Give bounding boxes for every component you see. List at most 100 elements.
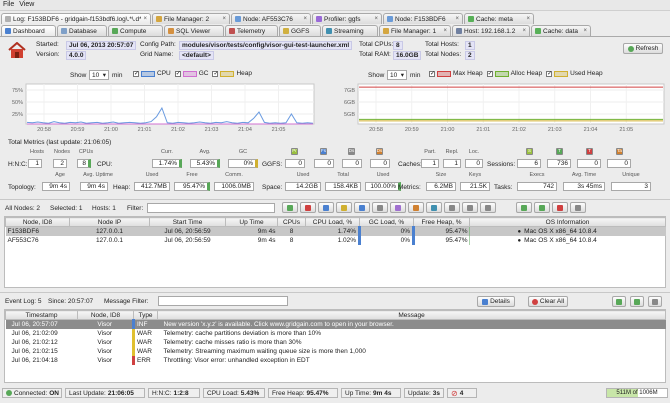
close-icon[interactable]: × — [222, 16, 226, 22]
memory-indicator[interactable]: 511M of 1006M — [606, 388, 668, 398]
clean-node-button[interactable] — [390, 202, 406, 213]
config-node-button[interactable] — [372, 202, 388, 213]
sub-tab[interactable]: Cache: data × — [531, 25, 591, 36]
x-tick-label: 20:59 — [71, 127, 85, 133]
column-header[interactable]: GC Load, % — [359, 217, 414, 227]
sub-tab[interactable]: Dashboard — [1, 25, 56, 36]
column-header[interactable]: Start Time — [149, 217, 226, 227]
sub-tab[interactable]: Telemetry — [225, 25, 278, 36]
close-icon[interactable]: × — [443, 28, 447, 34]
sub-tab[interactable]: Compute — [108, 25, 163, 36]
legend-label: CPU — [157, 70, 171, 77]
sub-tab[interactable]: File Manager: 1 × — [379, 25, 451, 36]
heap-chart-window-select[interactable]: 10 ▾ — [387, 70, 407, 80]
remove-node-button[interactable] — [552, 202, 568, 213]
column-header[interactable]: CPUs — [277, 217, 306, 227]
close-icon[interactable]: × — [455, 16, 459, 22]
update-interval-status: Update: 3s — [404, 388, 444, 398]
close-icon[interactable]: × — [526, 16, 530, 22]
export-nodes-button[interactable] — [516, 202, 532, 213]
close-icon[interactable]: × — [303, 16, 307, 22]
sub-tab[interactable]: Database — [57, 25, 107, 36]
session-metric-header: Ta — [617, 148, 622, 153]
copy-node-button[interactable] — [480, 202, 496, 213]
node-filter-input[interactable] — [147, 203, 275, 213]
column-header[interactable]: CPU Load, % — [305, 217, 360, 227]
link-node-button[interactable] — [462, 202, 478, 213]
timestamp-cell: Jul 06, 21:04:18 — [11, 356, 58, 364]
gc-node-button[interactable] — [408, 202, 424, 213]
metric-value: 0 — [314, 159, 334, 168]
stop-node-button[interactable] — [300, 202, 316, 213]
print-nodes-button[interactable] — [570, 202, 586, 213]
table-row[interactable]: Jul 06, 20:57:07 Visor INF New version 'x.y… — [5, 319, 666, 329]
cpu-chart-window-select[interactable]: 10 ▾ — [89, 70, 109, 80]
legend-toggle[interactable]: ✓ Max Heap — [429, 70, 483, 77]
clear-all-button[interactable]: Clear All — [528, 296, 568, 307]
top-tab[interactable]: File Manager: 2 × — [152, 13, 230, 24]
close-icon[interactable]: × — [374, 16, 378, 22]
restart-node-button[interactable] — [318, 202, 334, 213]
edit-node-button[interactable] — [444, 202, 460, 213]
export-events-button[interactable] — [612, 296, 626, 307]
metric-header: Size — [435, 172, 447, 178]
legend-toggle[interactable]: ✓ GC — [174, 70, 208, 77]
metric-value: 5.43% — [190, 159, 220, 168]
column-header[interactable]: Node, ID8 — [5, 217, 70, 227]
metric-value: 2 — [53, 159, 67, 168]
deploy-node-button[interactable] — [426, 202, 442, 213]
table-row[interactable]: AF553C76 127.0.0.1 Jul 06, 20:56:59 9m 4s 8 1… — [6, 235, 666, 245]
metric-header: Avg. — [199, 149, 211, 155]
table-row[interactable]: Jul 06, 21:02:12 Visor WAR Telemetry: cache… — [6, 337, 666, 347]
close-icon[interactable]: × — [522, 28, 526, 34]
top-tab[interactable]: Profiler: ggfs × — [312, 13, 382, 24]
table-row[interactable]: F153BDF6 127.0.0.1 Jul 06, 20:56:59 9m 4s 8 1… — [5, 226, 666, 236]
sub-tab[interactable]: SQL Viewer — [164, 25, 224, 36]
kill-node-button[interactable] — [336, 202, 352, 213]
column-header[interactable]: Message — [157, 310, 666, 320]
legend-toggle[interactable]: ✓ Heap — [212, 70, 252, 77]
top-tab[interactable]: Log: F153BDF6 - gridgain-f153bdf6.log\.*… — [1, 13, 151, 24]
top-tab[interactable]: Node: AF553C76 × — [231, 13, 311, 24]
start-node-button[interactable] — [282, 202, 298, 213]
legend-toggle[interactable]: ✓ Alloc Heap — [486, 70, 542, 77]
free-heap-cell: 95.47% — [413, 235, 470, 245]
menu-file[interactable]: File — [0, 0, 16, 8]
table-row[interactable]: Jul 06, 21:02:09 Visor WAR Telemetry: cache… — [6, 328, 666, 338]
column-header[interactable]: Node IP — [69, 217, 150, 227]
table-row[interactable]: Jul 06, 21:04:18 Visor ERR Throttling: Viso… — [6, 355, 666, 365]
checkbox-icon: ✓ — [174, 70, 181, 77]
close-icon[interactable]: × — [583, 28, 587, 34]
event-message-cell: New version 'x.y.z' is available. Click … — [163, 320, 394, 328]
refresh-button[interactable]: Refresh — [623, 43, 663, 54]
errors-status[interactable]: ⊘ 4 — [447, 388, 477, 398]
node-action-toolbar — [282, 202, 586, 213]
legend-swatch — [554, 70, 569, 77]
legend-toggle[interactable]: ✓ Used Heap — [546, 70, 603, 77]
legend-toggle[interactable]: ✓ CPU — [133, 70, 171, 77]
save-events-button[interactable] — [630, 296, 644, 307]
column-header[interactable]: Free Heap, % — [413, 217, 470, 227]
column-header[interactable]: Type — [133, 310, 158, 320]
sub-tab[interactable]: Host: 192.168.1.2 × — [452, 25, 530, 36]
top-tab[interactable]: Node: F153BDF6 × — [383, 13, 463, 24]
node-ip-cell: 127.0.0.1 — [95, 236, 124, 244]
sub-tab[interactable]: Streaming — [322, 25, 378, 36]
sub-tab[interactable]: GGFS — [279, 25, 321, 36]
save-nodes-button[interactable] — [534, 202, 550, 213]
table-row[interactable]: Jul 06, 21:02:15 Visor WAR Telemetry: Strea… — [6, 346, 666, 356]
top-tab[interactable]: Cache: meta × — [464, 13, 534, 24]
column-header[interactable]: Timestamp — [5, 310, 78, 320]
column-header[interactable]: OS Information — [469, 217, 666, 227]
home-icon — [8, 41, 26, 59]
menu-view[interactable]: View — [16, 0, 36, 8]
column-header[interactable]: Up Time — [225, 217, 278, 227]
timestamp-cell: Jul 06, 21:02:12 — [11, 338, 58, 346]
details-button[interactable]: Details — [477, 296, 515, 307]
close-icon[interactable]: × — [143, 16, 147, 22]
column-header[interactable]: Node, ID8 — [77, 310, 134, 320]
ping-node-button[interactable] — [354, 202, 370, 213]
message-filter-input[interactable] — [158, 296, 288, 306]
connected-status-label: Connected: — [14, 389, 48, 397]
print-events-button[interactable] — [648, 296, 662, 307]
